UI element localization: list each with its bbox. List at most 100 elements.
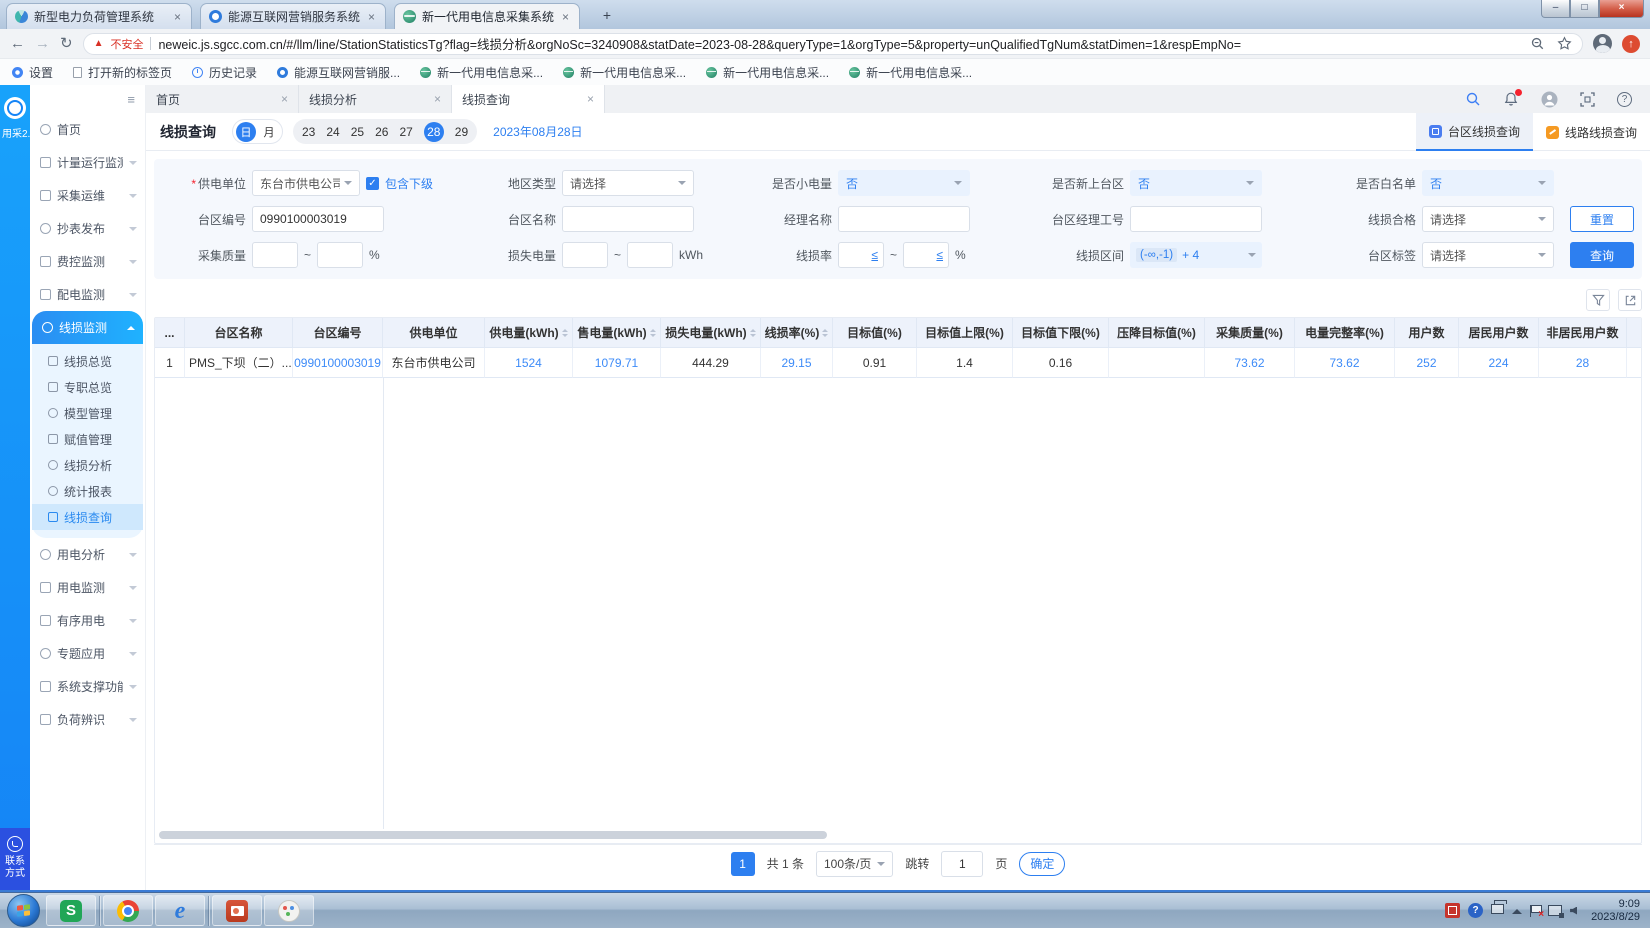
rate-min-input[interactable]: ≤ [838,242,884,268]
bookmark-star-icon[interactable] [1557,36,1572,51]
security-warning-label[interactable]: 不安全 [110,36,143,52]
speaker-icon[interactable] [1570,907,1577,915]
column-header[interactable]: 台区编号 [293,318,383,348]
small-power-select[interactable]: 否 [838,170,970,196]
user-count-cell[interactable]: 252 [1395,348,1459,378]
close-icon[interactable]: × [434,92,441,106]
minimize-button[interactable]: – [1541,0,1570,18]
sidebar-item-special-apps[interactable]: 专题应用 [30,637,145,670]
address-bar[interactable]: ▲ 不安全 neweic.js.sgcc.com.cn/#/llm/line/S… [83,33,1583,55]
maximize-button[interactable]: □ [1570,0,1599,18]
station-no-link[interactable]: 0990100003019 [293,348,383,378]
sidebar-item-load-identification[interactable]: 负荷辨识 [30,703,145,736]
manager-name-input[interactable] [846,212,962,226]
tray-window-icon[interactable] [1491,904,1504,914]
supply-energy-cell[interactable]: 1524 [485,348,573,378]
confirm-button[interactable]: 确定 [1019,852,1065,876]
bookmark-marketing[interactable]: 能源互联网营销服... [277,64,400,81]
sort-icon[interactable] [822,329,828,337]
page-size-select[interactable]: 100条/页 [816,851,893,877]
interval-more[interactable]: + 4 [1182,248,1199,262]
sidebar-item-home[interactable]: 首页 [30,113,145,146]
browser-update-icon[interactable]: ↑ [1622,35,1640,53]
day-toggle-selected[interactable]: 日 [236,122,256,142]
sidebar-item-usage-monitor[interactable]: 用电监测 [30,571,145,604]
bookmark-neweic-1[interactable]: 新一代用电信息采... [420,64,543,81]
quality-max-input[interactable] [317,242,363,268]
submenu-loss-overview[interactable]: 线损总览 [32,348,143,374]
jump-page-input[interactable] [941,851,983,877]
browser-tab-1[interactable]: 新型电力负荷管理系统 × [6,3,192,29]
page-tab-loss-query-active[interactable]: 线损查询× [452,85,605,113]
date-option-selected[interactable]: 28 [424,122,444,142]
bookmark-neweic-2[interactable]: 新一代用电信息采... [563,64,686,81]
manager-no-input[interactable] [1138,212,1254,226]
page-tab-home[interactable]: 首页× [146,85,299,113]
station-no-input[interactable] [260,212,376,226]
bookmark-neweic-4[interactable]: 新一代用电信息采... [849,64,972,81]
include-sub-label[interactable]: 包含下级 [385,175,433,192]
column-header[interactable]: 供电单位 [383,318,485,348]
sidebar-item-system-support[interactable]: 系统支撑功能 [30,670,145,703]
bookmark-history[interactable]: 历史记录 [192,64,257,81]
day-month-toggle[interactable]: 日 月 [232,119,283,144]
include-sub-checkbox[interactable]: ✓ [366,177,379,190]
sidebar-item-distribution[interactable]: 配电监测 [30,278,145,311]
bookmark-settings[interactable]: 设置 [12,64,53,81]
submenu-loss-analysis[interactable]: 线损分析 [32,452,143,478]
table-row[interactable]: 1 PMS_下坝（二）... 0990100003019 东台市供电公司 152… [155,348,1642,378]
column-header[interactable]: 采集质量(%) [1205,318,1295,348]
column-header[interactable]: 台区名称 [185,318,293,348]
month-toggle[interactable]: 月 [259,122,279,142]
column-header-sortable[interactable]: 线损率(%) [761,318,833,348]
nonresident-count-cell[interactable]: 28 [1539,348,1627,378]
loss-rate-cell[interactable]: 29.15 [761,348,833,378]
collect-quality-cell[interactable]: 73.62 [1205,348,1295,378]
forward-icon[interactable]: → [35,36,50,51]
tray-help-icon[interactable]: ? [1468,903,1483,918]
submenu-statistics-report[interactable]: 统计报表 [32,478,143,504]
sort-icon[interactable] [750,329,756,337]
rate-max-input[interactable]: ≤ [903,242,949,268]
user-avatar-icon[interactable] [1541,91,1558,108]
contact-block[interactable]: 联系方式 [0,828,30,890]
new-tab-button[interactable]: + [594,5,620,25]
close-icon[interactable]: × [281,92,288,106]
zoom-icon[interactable] [1530,36,1545,51]
tab-station-loss-query[interactable]: 台区线损查询 [1416,113,1533,151]
column-header[interactable]: 目标值下限(%) [1013,318,1109,348]
close-tab-icon[interactable]: × [560,10,571,24]
search-button[interactable]: 查询 [1570,242,1634,268]
sidebar-item-fee-control[interactable]: 费控监测 [30,245,145,278]
bookmark-newtab-page[interactable]: 打开新的标签页 [73,64,172,81]
fullscreen-icon[interactable] [1580,92,1595,107]
date-option[interactable]: 25 [351,125,364,139]
selected-date-text[interactable]: 2023年08月28日 [493,123,582,140]
close-tab-icon[interactable]: × [366,10,377,24]
sidebar-item-usage-analysis[interactable]: 用电分析 [30,538,145,571]
sidebar-item-line-loss-monitor[interactable]: 线损监测 [32,311,143,344]
reload-icon[interactable]: ↻ [60,36,73,51]
taskbar-ie[interactable]: e [155,895,205,926]
tray-ime-icon[interactable] [1445,903,1460,918]
taskbar-powerpoint[interactable] [212,895,262,926]
station-tag-select[interactable]: 请选择 [1422,242,1554,268]
date-option[interactable]: 27 [399,125,412,139]
date-option[interactable]: 24 [326,125,339,139]
submenu-loss-query-selected[interactable]: 线损查询 [32,504,143,530]
column-header-more[interactable]: ... [155,318,185,348]
help-icon[interactable]: ? [1617,92,1632,107]
taskbar-chrome[interactable] [103,895,153,926]
supply-org-select[interactable]: 东台市供电公司 [252,170,360,196]
interval-tag[interactable]: (-∞,-1) [1136,248,1177,262]
station-name-input[interactable] [570,212,686,226]
column-header-sortable[interactable]: 供电量(kWh) [485,318,573,348]
loss-min-input[interactable] [562,242,608,268]
tab-line-loss-query[interactable]: 线路线损查询 [1533,113,1650,151]
back-icon[interactable]: ← [10,36,25,51]
column-header[interactable]: 居民用户数 [1459,318,1539,348]
page-tab-loss-analysis[interactable]: 线损分析× [299,85,452,113]
network-icon[interactable] [1548,905,1562,916]
close-tab-icon[interactable]: × [172,10,183,24]
resident-count-cell[interactable]: 224 [1459,348,1539,378]
